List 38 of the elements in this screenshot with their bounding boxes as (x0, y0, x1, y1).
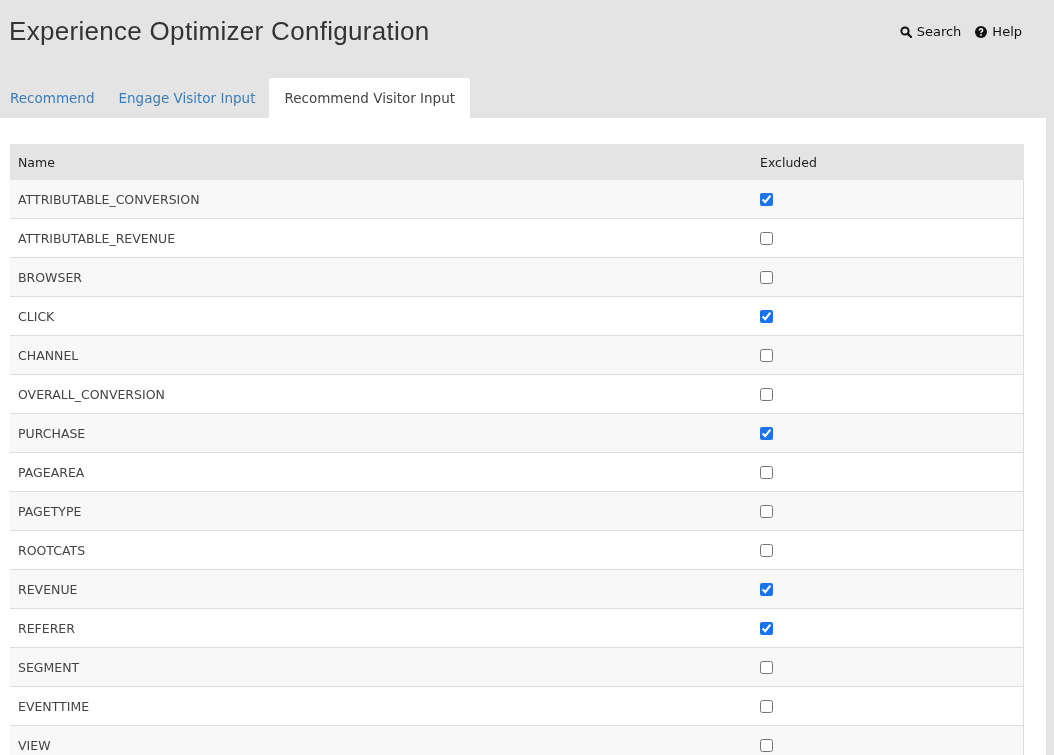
table-cell: CLICK (10, 296, 760, 336)
table-cell: CHANNEL (10, 335, 760, 375)
search-icon (899, 25, 912, 38)
table-cell: OVERALL_CONVERSION (10, 374, 760, 414)
checkbox[interactable] (760, 621, 773, 635)
column-header: Name (10, 144, 760, 180)
column-header: Excluded (760, 144, 1024, 180)
table-cell: REVENUE (10, 569, 760, 609)
checkbox[interactable] (760, 387, 773, 401)
checkbox[interactable] (760, 309, 773, 323)
table-cell: ATTRIBUTABLE_REVENUE (10, 218, 760, 258)
checkbox[interactable] (760, 192, 773, 206)
table-cell: PAGEAREA (10, 452, 760, 492)
checkbox[interactable] (760, 231, 773, 245)
checkbox[interactable] (760, 465, 773, 479)
checkbox[interactable] (760, 543, 773, 557)
table-cell: EVENTTIME (10, 686, 760, 726)
table-cell: BROWSER (10, 257, 760, 297)
tab[interactable]: Recommend Visitor Input (269, 78, 471, 118)
table-cell: PURCHASE (10, 413, 760, 453)
help-link[interactable]: Help (975, 24, 1022, 39)
table-cell: ATTRIBUTABLE_CONVERSION (10, 180, 760, 219)
checkbox[interactable] (760, 582, 773, 596)
table-cell: SEGMENT (10, 647, 760, 687)
help-icon (975, 25, 988, 38)
checkbox[interactable] (760, 660, 773, 674)
search-link[interactable]: Search (899, 24, 962, 39)
page-title: Experience Optimizer Configuration (9, 16, 430, 47)
table-cell: REFERER (10, 608, 760, 648)
checkbox[interactable] (760, 270, 773, 284)
checkbox[interactable] (760, 426, 773, 440)
table-cell: PAGETYPE (10, 491, 760, 531)
checkbox[interactable] (760, 699, 773, 713)
table-cell: VIEW (10, 725, 760, 755)
checkbox[interactable] (760, 348, 773, 362)
table-cell: ROOTCATS (10, 530, 760, 570)
checkbox[interactable] (760, 504, 773, 518)
checkbox[interactable] (760, 738, 773, 752)
